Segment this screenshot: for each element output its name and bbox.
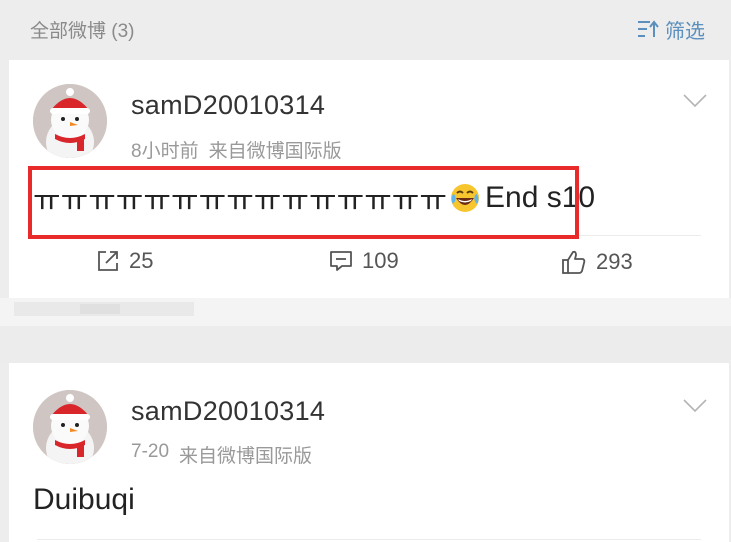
divider	[37, 235, 701, 236]
avatar[interactable]	[33, 84, 107, 158]
post-text-suffix: End s10	[485, 181, 596, 214]
comment-count: 109	[362, 248, 399, 273]
thumbs-up-icon	[562, 250, 586, 274]
divider	[37, 539, 701, 540]
post-actions: 25 109 293	[9, 248, 729, 284]
post-card: samD20010314 8小时前 来自微博国际版 ㅠㅠㅠㅠㅠㅠㅠㅠㅠㅠㅠㅠㅠㅠ…	[9, 60, 729, 298]
laughing-crying-emoji-icon	[449, 182, 481, 214]
post-text: Duibuqi	[33, 483, 135, 516]
repost-button[interactable]: 25	[95, 248, 153, 274]
like-count: 293	[596, 249, 633, 274]
filter-button[interactable]: 筛选	[637, 15, 705, 44]
blurred-text-2	[80, 304, 120, 314]
post-text: ㅠㅠㅠㅠㅠㅠㅠㅠㅠㅠㅠㅠㅠㅠㅠ End s10	[33, 176, 595, 220]
chevron-down-icon[interactable]	[683, 94, 707, 113]
post-time: 8小时前	[131, 141, 199, 162]
comment-button[interactable]: 109	[328, 248, 399, 274]
chevron-down-icon[interactable]	[683, 399, 707, 418]
snowman-avatar-icon	[33, 390, 107, 464]
post-card: samD20010314 7-20 来自微博国际版 Duibuqi	[9, 363, 729, 542]
username[interactable]: samD20010314	[131, 90, 325, 121]
post-time: 7-20	[131, 441, 170, 462]
card-separator	[0, 326, 731, 363]
filter-label: 筛选	[665, 20, 705, 43]
username[interactable]: samD20010314	[131, 396, 325, 427]
post-meta: 7-20 来自微博国际版	[131, 441, 312, 468]
sort-filter-icon	[637, 19, 659, 39]
post-source: 来自微博国际版	[179, 446, 313, 467]
weibo-feed: 全部微博 (3) 筛选 samD20010314 8小时前 来自微博国际版 ㅠㅠ…	[0, 0, 731, 542]
repost-count: 25	[129, 248, 154, 273]
post-text-prefix: ㅠㅠㅠㅠㅠㅠㅠㅠㅠㅠㅠㅠㅠㅠㅠ	[33, 185, 447, 218]
comment-icon	[330, 251, 352, 271]
post-meta: 8小时前 来自微博国际版	[131, 136, 342, 163]
share-icon	[98, 251, 118, 271]
feed-title: 全部微博 (3)	[30, 20, 135, 42]
snowman-avatar-icon	[33, 84, 107, 158]
avatar[interactable]	[33, 390, 107, 464]
post-source: 来自微博国际版	[208, 141, 342, 162]
like-button[interactable]: 293	[560, 248, 633, 276]
blurred-strip	[0, 298, 731, 326]
feed-header: 全部微博 (3) 筛选	[0, 0, 731, 58]
